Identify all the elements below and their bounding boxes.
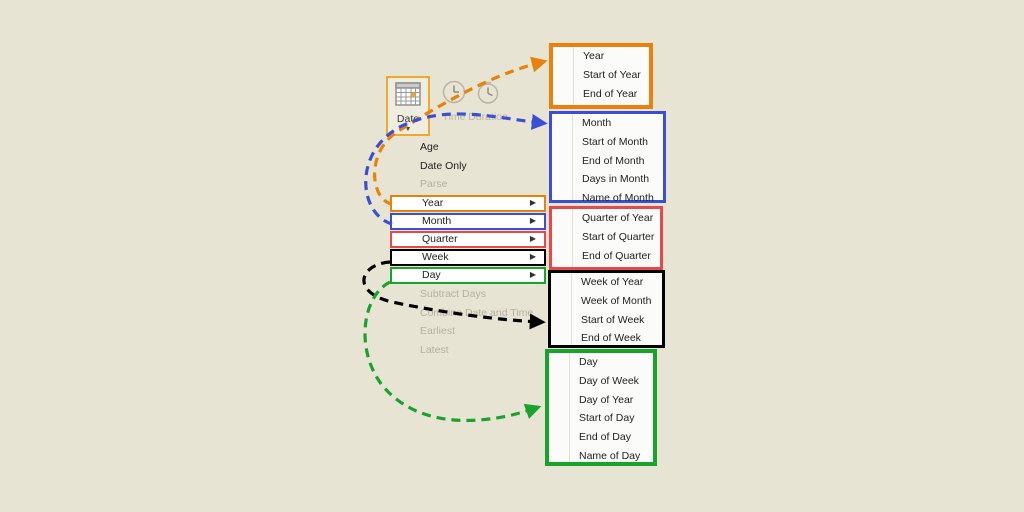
panel-item-label: End of Week <box>581 332 641 345</box>
stopwatch-icon <box>475 80 501 109</box>
menu-item-label: Earliest <box>420 325 456 338</box>
submenu-arrow-icon: ▶ <box>529 252 536 262</box>
panel-item-label: Day <box>579 356 598 369</box>
ribbon-button-duration-label: Duration <box>468 111 508 123</box>
menu-item-label: Age <box>420 141 439 154</box>
menu-item-day[interactable]: Day ▶ <box>390 266 546 284</box>
panel-item-label: End of Day <box>579 431 631 444</box>
menu-item-month[interactable]: Month ▶ <box>390 212 546 230</box>
panel-item-label: Week of Year <box>581 276 644 289</box>
panel-month: Month Start of Month End of Month Days i… <box>549 111 666 205</box>
panel-item-label: Start of Week <box>581 313 645 326</box>
screenshot-stage: Date ▼ Time Duration Age Date Only Parse… <box>0 0 1024 512</box>
panel-item-label: Month <box>582 117 612 130</box>
ribbon-button-duration[interactable]: Duration <box>466 76 510 136</box>
panel-year: Year Start of Year End of Year <box>549 43 653 109</box>
chevron-down-icon[interactable]: ▼ <box>405 126 412 133</box>
submenu-arrow-icon: ▶ <box>529 198 536 208</box>
panel-item-label: Quarter of Year <box>582 212 654 225</box>
menu-item-label: Month <box>422 215 452 228</box>
menu-item-earliest: Earliest <box>390 322 546 341</box>
panel-item-label: End of Year <box>583 87 638 100</box>
menu-item-latest: Latest <box>390 341 546 360</box>
panel-quarter: Quarter of Year Start of Quarter End of … <box>549 206 663 270</box>
menu-item-age[interactable]: Age <box>390 138 546 157</box>
menu-item-label: Week <box>422 251 449 264</box>
menu-item-label: Subtract Days <box>420 288 486 301</box>
menu-item-label: Day <box>422 269 441 282</box>
menu-item-parse: Parse <box>390 175 546 194</box>
menu-item-label: Date Only <box>420 159 467 172</box>
submenu-arrow-icon: ▶ <box>529 234 536 244</box>
panel-item-label: Start of Day <box>579 412 635 425</box>
menu-item-subtract-days: Subtract Days <box>390 285 546 304</box>
ribbon-button-time-label: Time <box>442 111 466 123</box>
menu-item-label: Parse <box>420 178 448 191</box>
menu-item-label: Latest <box>420 343 449 356</box>
panel-item-label: End of Quarter <box>582 249 651 262</box>
menu-item-quarter[interactable]: Quarter ▶ <box>390 230 546 248</box>
menu-item-combine-date-and-time: Combine Date and Time <box>390 303 546 322</box>
panel-icon-gutter <box>552 114 573 200</box>
menu-item-label: Combine Date and Time <box>420 306 534 319</box>
panel-week: Week of Year Week of Month Start of Week… <box>548 270 665 348</box>
panel-item-label: Start of Month <box>582 136 648 149</box>
date-dropdown-menu: Age Date Only Parse Year ▶ Month ▶ Quart… <box>390 138 546 359</box>
panel-item-label: Week of Month <box>581 295 652 308</box>
panel-item-label: Year <box>583 50 605 63</box>
panel-item-label: Day of Week <box>579 375 639 388</box>
menu-item-label: Year <box>422 197 444 210</box>
clock-icon <box>441 80 467 109</box>
panel-item-label: Start of Year <box>583 69 641 82</box>
panel-item-label: Name of Day <box>579 449 641 462</box>
ribbon-button-date-label: Date <box>396 113 420 125</box>
submenu-arrow-icon: ▶ <box>529 270 536 280</box>
menu-item-label: Quarter <box>422 233 458 246</box>
panel-icon-gutter <box>549 353 570 462</box>
panel-item-label: Day of Year <box>579 393 634 406</box>
panel-item-label: Name of Month <box>582 192 654 205</box>
menu-item-date-only[interactable]: Date Only <box>390 157 546 176</box>
calendar-icon <box>395 82 421 111</box>
panel-item-label: End of Month <box>582 154 645 167</box>
ribbon-date-group: Date ▼ Time Duration <box>386 76 508 138</box>
panel-day: Day Day of Week Day of Year Start of Day… <box>545 349 657 466</box>
submenu-arrow-icon: ▶ <box>529 216 536 226</box>
panel-icon-gutter <box>552 209 573 267</box>
panel-icon-gutter <box>553 47 574 105</box>
panel-item-label: Start of Quarter <box>582 231 655 244</box>
panel-icon-gutter <box>551 273 572 345</box>
panel-item-label: Days in Month <box>582 173 650 186</box>
menu-item-year[interactable]: Year ▶ <box>390 194 546 212</box>
ribbon-button-date[interactable]: Date ▼ <box>386 76 430 136</box>
menu-item-week[interactable]: Week ▶ <box>390 248 546 266</box>
